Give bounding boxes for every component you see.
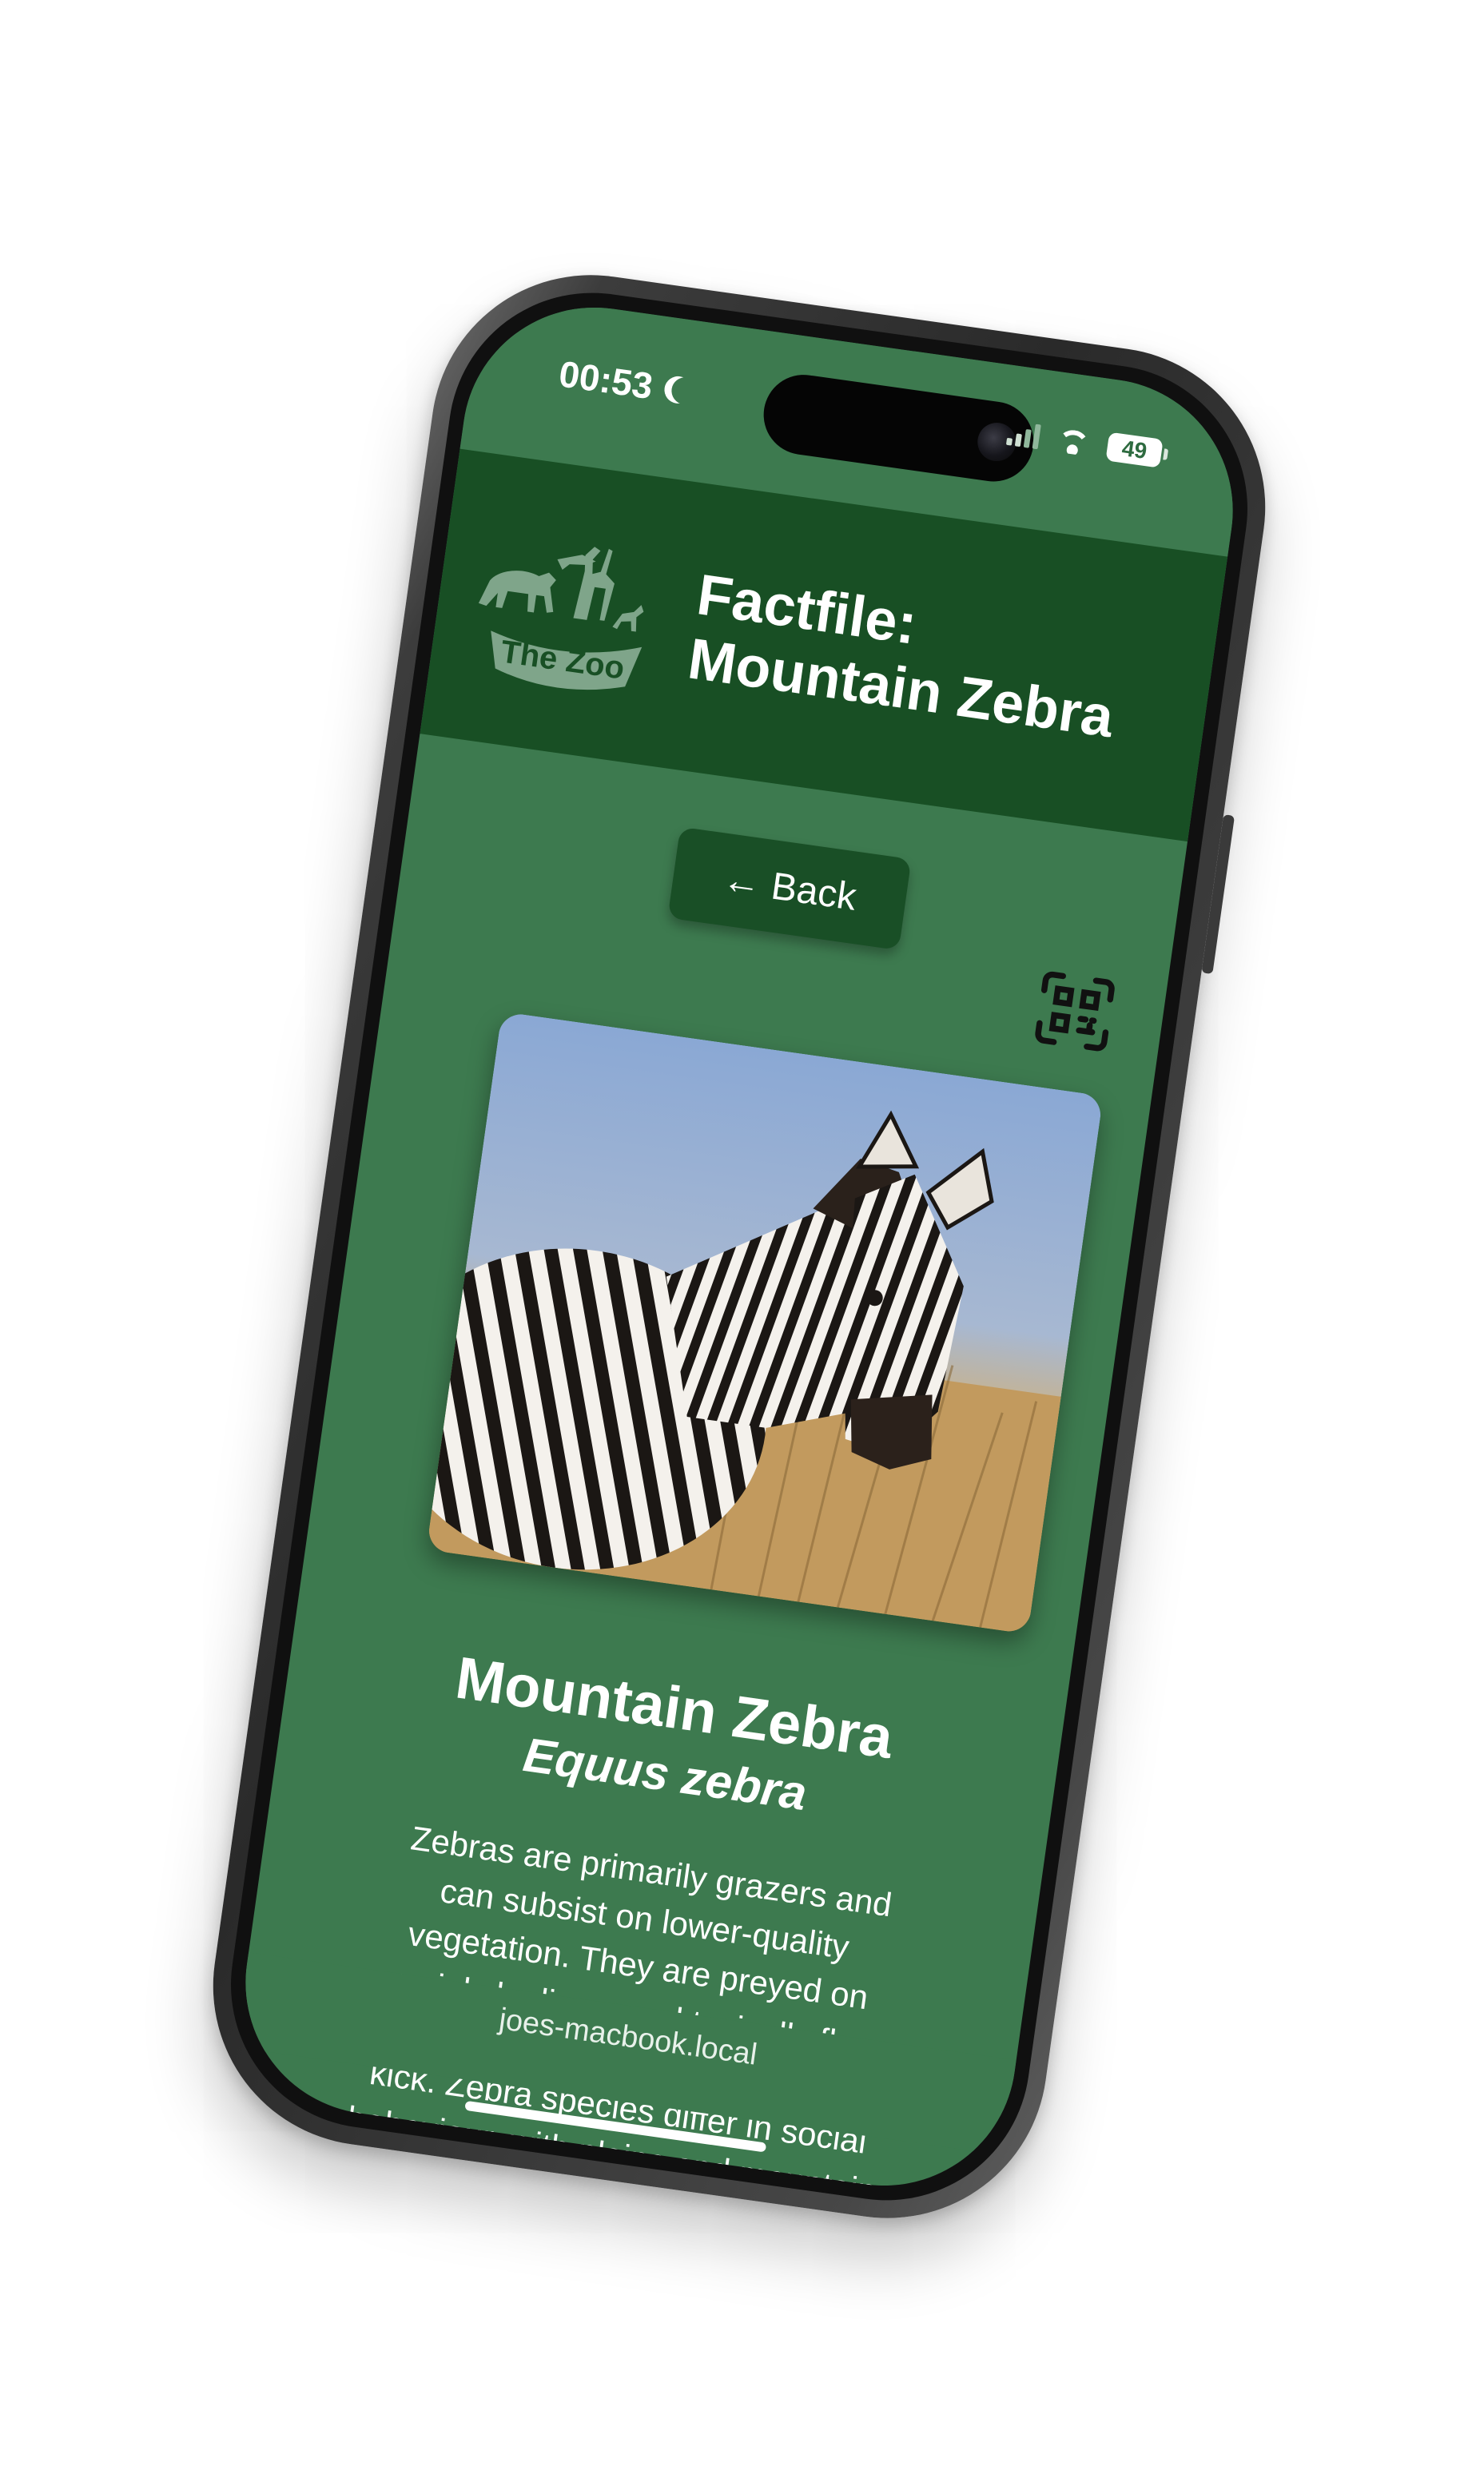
wifi-icon bbox=[1055, 427, 1092, 457]
page-title: Factfile: Mountain Zebra bbox=[684, 563, 1118, 750]
back-button[interactable]: ← Back bbox=[667, 826, 912, 951]
status-indicators: 49 bbox=[1005, 418, 1164, 468]
qr-code-icon[interactable] bbox=[1030, 966, 1120, 1056]
battery-level: 49 bbox=[1120, 436, 1149, 464]
phone-screen: 00:53 49 The Zoo Factfile: Mountain Zebr… bbox=[229, 290, 1250, 2203]
time-text: 00:53 bbox=[556, 352, 656, 408]
status-time: 00:53 bbox=[556, 352, 692, 412]
moon-icon bbox=[670, 376, 700, 406]
signal-icon bbox=[1005, 420, 1041, 450]
battery-icon: 49 bbox=[1105, 432, 1164, 468]
zoo-logo[interactable]: The Zoo bbox=[460, 509, 682, 711]
zebra-photo bbox=[426, 1011, 1104, 1634]
stage: 00:53 49 The Zoo Factfile: Mountain Zebr… bbox=[0, 0, 1484, 2474]
phone-mockup: 00:53 49 The Zoo Factfile: Mountain Zebr… bbox=[192, 254, 1287, 2239]
zebra-image bbox=[426, 1011, 1104, 1634]
dynamic-island bbox=[758, 369, 1039, 487]
